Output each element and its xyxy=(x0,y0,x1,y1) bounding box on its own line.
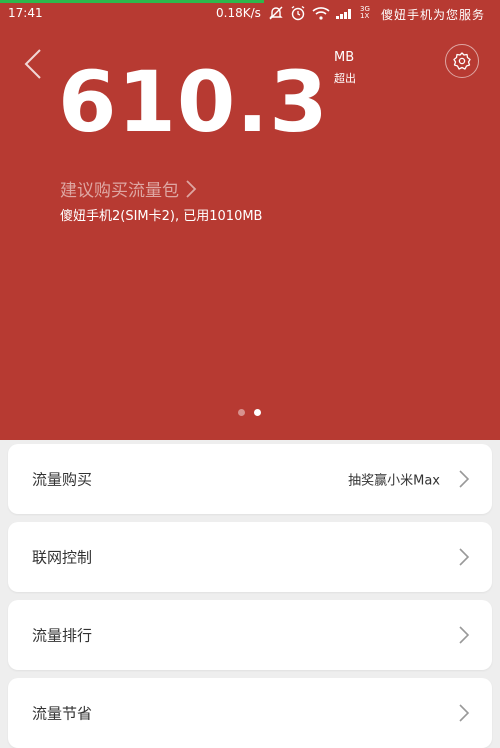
menu-item-traffic-saving[interactable]: 流量节省 xyxy=(8,678,492,748)
settings-gear-icon xyxy=(453,52,471,70)
menu-item-label: 流量排行 xyxy=(32,626,93,645)
back-button[interactable] xyxy=(20,46,48,82)
traffic-unit: MB xyxy=(334,50,355,65)
settings-button[interactable] xyxy=(445,44,479,78)
status-time: 17:41 xyxy=(8,6,43,20)
traffic-hero-panel: 17:41 0.18K/s 3G 1X 傻妞手机为您服务 610.3 MB 超出… xyxy=(0,0,500,440)
chevron-right-icon xyxy=(459,548,470,566)
silent-bell-icon xyxy=(269,6,283,20)
traffic-status: 超出 xyxy=(334,72,356,85)
network-speed: 0.18K/s xyxy=(216,6,261,20)
menu-item-label: 联网控制 xyxy=(32,548,93,567)
chevron-right-icon xyxy=(459,704,470,722)
traffic-value: 610.3 xyxy=(58,53,329,151)
wifi-icon xyxy=(312,7,330,20)
menu-item-label: 流量节省 xyxy=(32,704,93,723)
back-arrow-icon xyxy=(24,49,41,79)
menu-item-label: 流量购买 xyxy=(32,470,93,489)
page-indicator xyxy=(238,409,261,416)
status-icons: 3G 1X xyxy=(268,4,370,22)
page-dot-2[interactable] xyxy=(254,409,261,416)
buy-package-link[interactable]: 建议购买流量包 xyxy=(60,176,197,201)
chevron-right-icon xyxy=(186,179,197,198)
load-progress-bar xyxy=(0,0,264,3)
menu-item-network-control[interactable]: 联网控制 xyxy=(8,522,492,592)
sim-usage-info: 傻妞手机2(SIM卡2), 已用1010MB xyxy=(60,209,263,224)
chevron-right-icon xyxy=(459,626,470,644)
status-bar: 17:41 0.18K/s 3G 1X 傻妞手机为您服务 xyxy=(0,0,500,26)
signal-icon xyxy=(336,9,351,19)
page-dot-1[interactable] xyxy=(238,409,245,416)
promo-label: 抽奖赢小米Max xyxy=(348,473,440,489)
network-type: 3G 1X xyxy=(360,5,370,20)
alarm-icon xyxy=(291,5,305,21)
menu-item-traffic-ranking[interactable]: 流量排行 xyxy=(8,600,492,670)
chevron-right-icon xyxy=(459,470,470,488)
carrier-label: 傻妞手机为您服务 xyxy=(381,8,486,22)
buy-package-label: 建议购买流量包 xyxy=(60,181,179,201)
menu-item-traffic-purchase[interactable]: 流量购买 抽奖赢小米Max xyxy=(8,444,492,514)
